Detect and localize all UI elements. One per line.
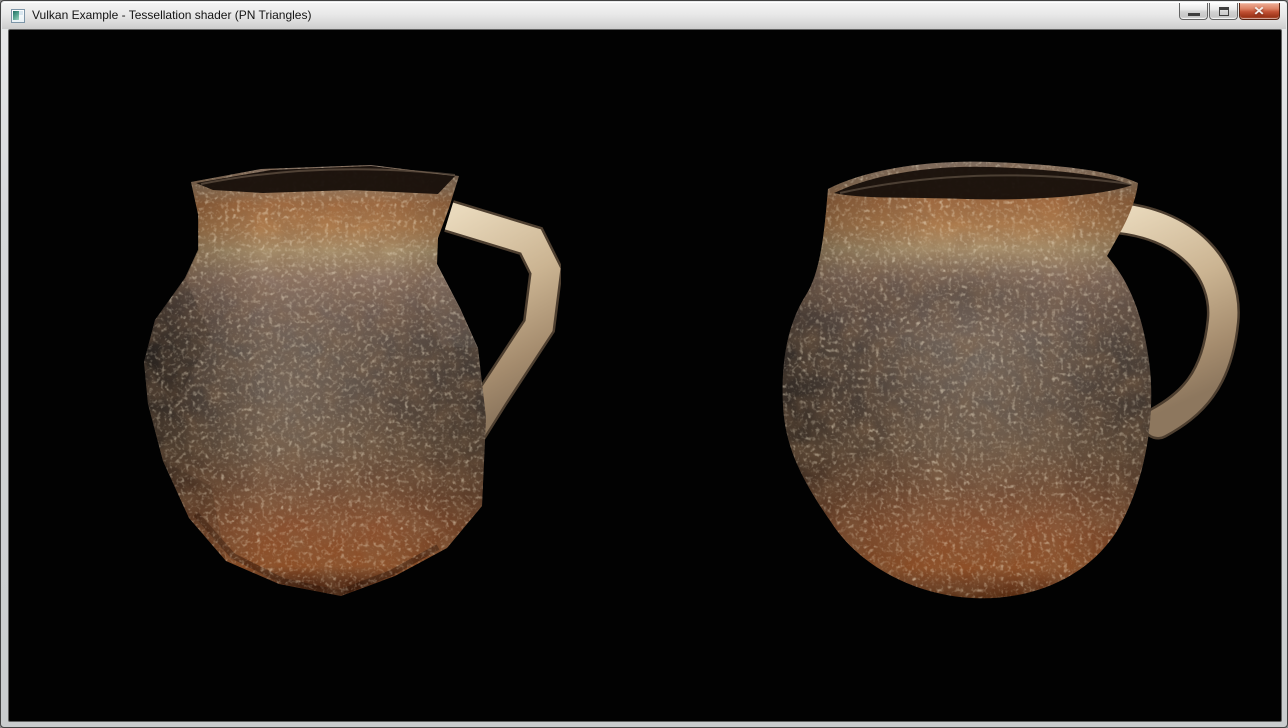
close-icon: ✕: [1254, 4, 1266, 18]
title-bar[interactable]: Vulkan Example - Tessellation shader (PN…: [2, 2, 1286, 29]
minimize-button[interactable]: [1179, 3, 1208, 20]
render-viewport[interactable]: [9, 30, 1281, 721]
maximize-button[interactable]: [1209, 3, 1238, 20]
window-controls: ✕: [1179, 3, 1280, 20]
jug-tessellated: [776, 153, 1241, 603]
minimize-icon: [1188, 13, 1200, 16]
close-button[interactable]: ✕: [1239, 3, 1280, 20]
jug-low-poly: [141, 156, 561, 601]
window-title: Vulkan Example - Tessellation shader (PN…: [32, 2, 311, 29]
window-frame[interactable]: Vulkan Example - Tessellation shader (PN…: [0, 0, 1288, 728]
maximize-icon: [1219, 7, 1229, 16]
application-icon[interactable]: [11, 9, 25, 23]
